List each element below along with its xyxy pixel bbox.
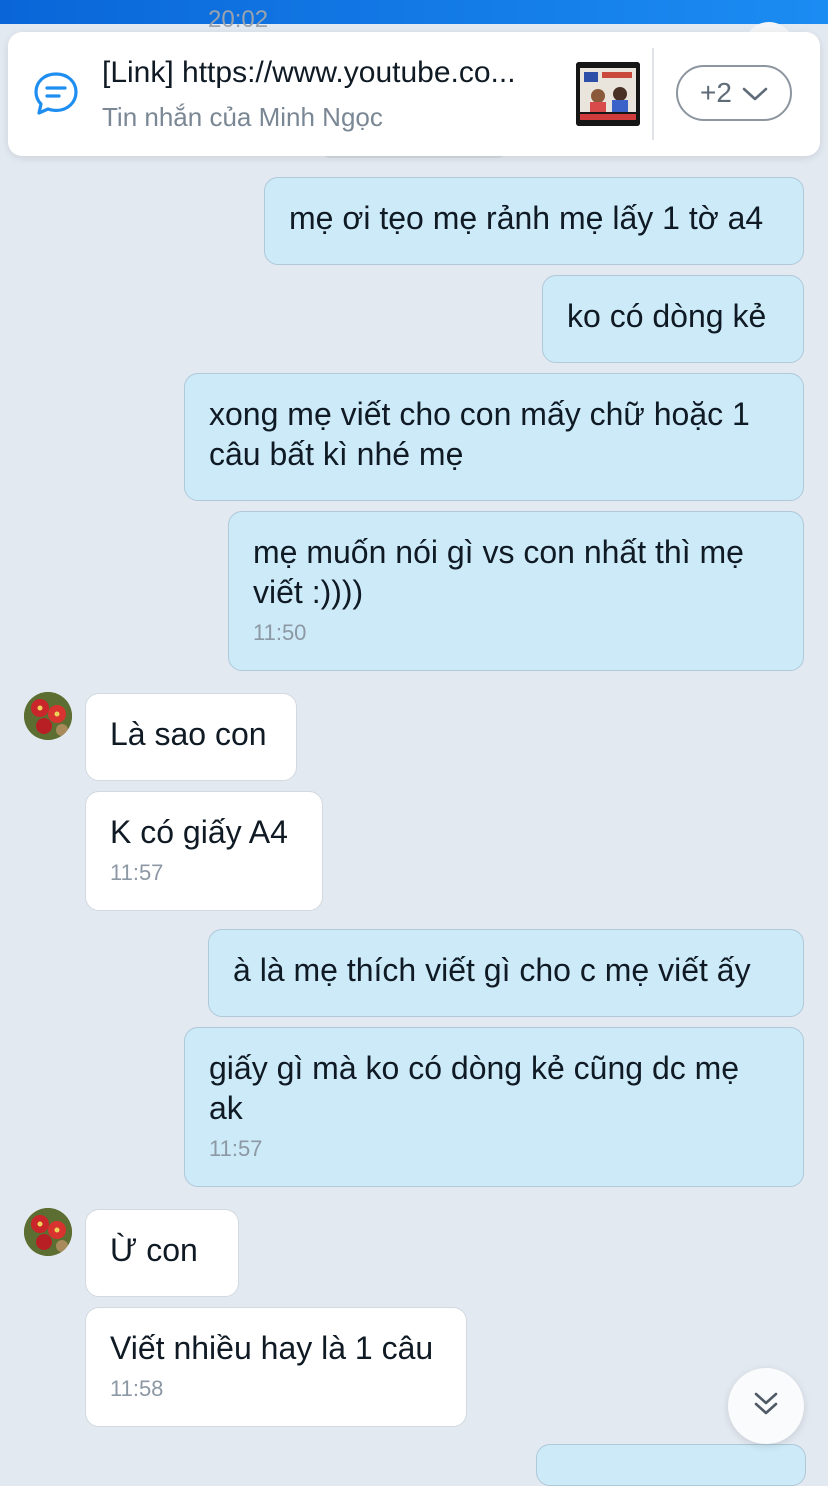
- avatar[interactable]: [24, 1208, 72, 1256]
- message-text: Ừ con: [110, 1232, 198, 1268]
- message-text: xong mẹ viết cho con mấy chữ hoặc 1 câu …: [209, 396, 750, 472]
- ghost-timestamp: 20:02: [208, 6, 269, 33]
- more-pinned-button[interactable]: +2: [676, 65, 792, 121]
- scroll-to-bottom-button[interactable]: [728, 1368, 804, 1444]
- message-bubble-outgoing-partial[interactable]: [536, 1444, 806, 1486]
- more-pinned-count: +2: [700, 77, 732, 108]
- video-thumbnail[interactable]: [576, 62, 640, 126]
- message-time: 11:58: [110, 1376, 164, 1401]
- message-bubble-outgoing[interactable]: à là mẹ thích viết gì cho c mẹ viết ấy: [208, 929, 804, 1017]
- message-text: mẹ ơi tẹo mẹ rảnh mẹ lấy 1 tờ a4: [289, 200, 764, 236]
- message-bubble-incoming[interactable]: K có giấy A4 11:57: [85, 791, 323, 911]
- chevron-down-icon: [742, 77, 768, 109]
- double-chevron-down-icon: [753, 1390, 779, 1423]
- message-bubble-outgoing[interactable]: mẹ ơi tẹo mẹ rảnh mẹ lấy 1 tờ a4: [264, 177, 804, 265]
- message-text: Là sao con: [110, 716, 267, 752]
- message-bubble-incoming[interactable]: Viết nhiều hay là 1 câu 11:58: [85, 1307, 467, 1427]
- message-time: 11:57: [209, 1136, 263, 1161]
- message-text: à là mẹ thích viết gì cho c mẹ viết ấy: [233, 952, 751, 988]
- message-time: 11:57: [110, 860, 164, 885]
- pinned-divider: [652, 48, 654, 140]
- message-text: mẹ muốn nói gì vs con nhất thì mẹ viết :…: [253, 534, 744, 610]
- message-bubble-outgoing[interactable]: xong mẹ viết cho con mấy chữ hoặc 1 câu …: [184, 373, 804, 501]
- status-bar: [0, 0, 828, 24]
- message-bubble-incoming[interactable]: Là sao con: [85, 693, 297, 781]
- message-bubble-outgoing[interactable]: ko có dòng kẻ: [542, 275, 804, 363]
- pinned-message-title[interactable]: [Link] https://www.youtube.co...: [102, 56, 552, 90]
- pinned-message-sender: Tin nhắn của Minh Ngọc: [102, 102, 383, 132]
- message-bubble-outgoing[interactable]: giấy gì mà ko có dòng kẻ cũng dc mẹ ak 1…: [184, 1027, 804, 1187]
- message-bubble-incoming[interactable]: Ừ con: [85, 1209, 239, 1297]
- message-text: K có giấy A4: [110, 814, 288, 850]
- message-bubble-outgoing[interactable]: mẹ muốn nói gì vs con nhất thì mẹ viết :…: [228, 511, 804, 671]
- chat-bubble-icon: [32, 70, 80, 123]
- message-text: ko có dòng kẻ: [567, 298, 767, 334]
- message-time: 11:50: [253, 620, 307, 645]
- avatar[interactable]: [24, 692, 72, 740]
- message-text: giấy gì mà ko có dòng kẻ cũng dc mẹ ak: [209, 1050, 740, 1126]
- message-text: Viết nhiều hay là 1 câu: [110, 1330, 434, 1366]
